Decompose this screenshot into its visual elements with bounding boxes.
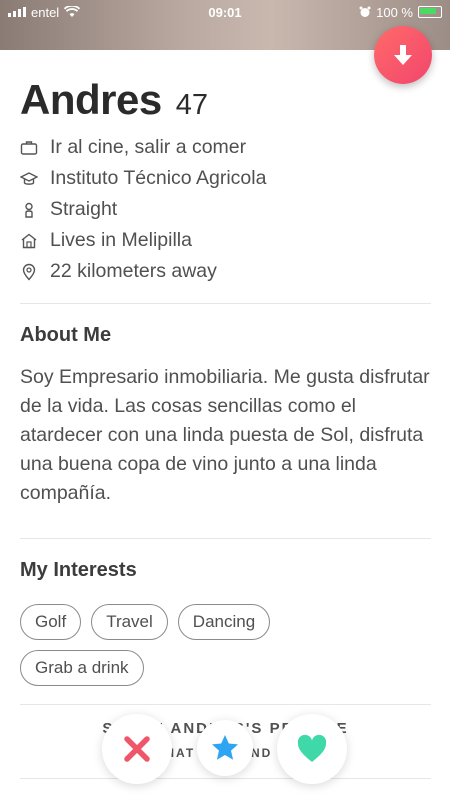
info-row-school: Instituto Técnico Agricola xyxy=(20,163,431,194)
divider xyxy=(20,704,431,705)
divider xyxy=(20,538,431,539)
info-text-work: Ir al cine, salir a comer xyxy=(50,136,247,158)
about-text: Soy Empresario inmobiliaria. Me gusta di… xyxy=(20,366,430,504)
battery-icon xyxy=(418,6,442,18)
nope-button[interactable] xyxy=(102,714,172,784)
graduation-cap-icon xyxy=(20,171,38,185)
divider xyxy=(20,303,431,304)
status-bar: entel 09:01 100 % xyxy=(0,0,450,24)
status-left: entel xyxy=(8,4,81,20)
battery-percent: 100 % xyxy=(376,4,413,20)
signal-icon xyxy=(8,7,26,17)
location-pin-icon xyxy=(22,263,36,281)
info-list: Ir al cine, salir a comer Instituto Técn… xyxy=(20,132,431,287)
profile-name: Andres xyxy=(20,76,162,123)
interest-chip[interactable]: Dancing xyxy=(177,604,271,640)
star-icon xyxy=(212,735,238,760)
wifi-icon xyxy=(64,6,81,17)
carrier-name: entel xyxy=(31,4,60,20)
status-time: 09:01 xyxy=(208,4,242,20)
info-text-location: Lives in Melipilla xyxy=(50,229,192,251)
briefcase-icon xyxy=(20,140,38,155)
like-button[interactable] xyxy=(277,714,347,784)
arrow-down-icon xyxy=(394,45,412,65)
super-like-button[interactable] xyxy=(197,720,253,776)
info-row-work: Ir al cine, salir a comer xyxy=(20,132,431,163)
about-section: About Me Soy Empresario inmobiliaria. Me… xyxy=(20,324,431,508)
interests-section: My Interests Golf Travel Dancing Grab a … xyxy=(20,559,431,686)
info-text-distance: 22 kilometers away xyxy=(50,260,217,282)
info-text-orientation: Straight xyxy=(50,198,118,220)
interest-chips: Golf Travel Dancing Grab a drink xyxy=(20,604,320,686)
interest-chip[interactable]: Grab a drink xyxy=(20,650,144,686)
alarm-icon xyxy=(359,6,371,17)
close-icon xyxy=(124,736,150,762)
info-row-orientation: Straight xyxy=(20,194,431,225)
interests-title: My Interests xyxy=(20,559,137,581)
info-row-distance: 22 kilometers away xyxy=(20,256,431,287)
heart-icon xyxy=(297,734,327,762)
profile-age: 47 xyxy=(175,89,208,121)
status-right: 100 % xyxy=(359,5,442,20)
interest-chip[interactable]: Golf xyxy=(20,604,82,640)
interest-chip[interactable]: Travel xyxy=(91,604,168,640)
name-row: Andres 47 xyxy=(20,76,431,124)
info-row-location: Lives in Melipilla xyxy=(20,225,431,256)
home-icon xyxy=(21,233,37,248)
action-bar xyxy=(0,706,450,800)
info-text-school: Instituto Técnico Agricola xyxy=(50,167,267,189)
about-title: About Me xyxy=(20,324,112,346)
profile-content: Andres 47 Ir al cine, salir a comer Inst… xyxy=(20,76,431,765)
person-icon xyxy=(25,202,33,218)
